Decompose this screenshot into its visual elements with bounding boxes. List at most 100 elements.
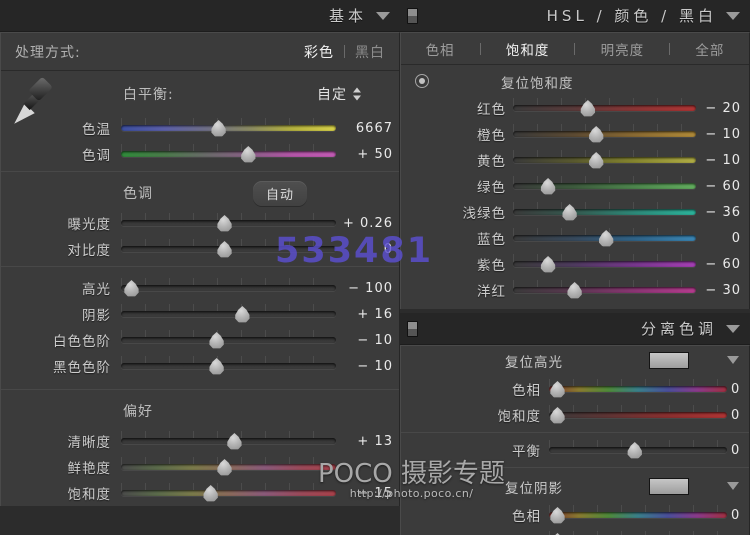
slider-track[interactable] (513, 261, 696, 267)
chevron-down-icon[interactable] (727, 482, 739, 490)
slider-track[interactable] (513, 157, 696, 163)
slider-value[interactable]: 0 (731, 408, 747, 423)
basic-panel-header[interactable]: 基本 (0, 0, 400, 32)
slider-handle[interactable] (208, 332, 225, 349)
balance-slider: 平衡 0 (401, 437, 749, 463)
slider-track[interactable] (549, 386, 727, 392)
slider-track[interactable] (513, 131, 696, 137)
treatment-option-color[interactable]: 彩色 (304, 42, 334, 62)
slider-label: 色调 (19, 144, 111, 164)
slider-value[interactable]: − 10 (697, 153, 741, 168)
slider-handle[interactable] (549, 407, 566, 424)
slider-handle[interactable] (588, 152, 605, 169)
slider-handle[interactable] (226, 433, 243, 450)
panel-switch-icon[interactable] (407, 8, 418, 24)
slider-row: 紫色− 60 (401, 251, 749, 277)
slider-value[interactable]: + 0.26 (339, 216, 393, 231)
slider-handle[interactable] (540, 178, 557, 195)
slider-handle[interactable] (216, 215, 233, 232)
slider-track[interactable] (549, 512, 727, 518)
slider-track[interactable] (121, 337, 336, 343)
white-balance-sliders: 色温 6667 色调 + 50 (1, 115, 399, 167)
slider-value[interactable]: − 15 (339, 486, 393, 501)
slider-label: 黄色 (411, 150, 506, 170)
slider-value[interactable]: 0 (731, 443, 747, 458)
slider-track[interactable] (121, 125, 336, 131)
stepper-icon[interactable] (353, 88, 361, 101)
chevron-down-icon[interactable] (726, 325, 740, 333)
slider-value[interactable]: − 20 (697, 101, 741, 116)
slider-value[interactable]: − 10 (697, 127, 741, 142)
slider-track[interactable] (549, 412, 727, 418)
slider-handle[interactable] (216, 459, 233, 476)
slider-label: 色相 (411, 379, 541, 399)
slider-handle[interactable] (208, 358, 225, 375)
slider-track[interactable] (121, 490, 336, 496)
slider-handle[interactable] (626, 442, 643, 459)
slider-row: 洋红− 30 (401, 277, 749, 303)
shadows-reset-label[interactable]: 复位阴影 (505, 477, 563, 497)
slider-value[interactable]: + 16 (339, 307, 393, 322)
slider-track[interactable] (513, 183, 696, 189)
slider-handle[interactable] (234, 306, 251, 323)
slider-label: 橙色 (411, 124, 506, 144)
panel-switch-icon[interactable] (407, 321, 418, 337)
slider-handle[interactable] (202, 485, 219, 502)
slider-track[interactable] (513, 105, 696, 111)
hsl-panel-header[interactable]: HSL / 颜色 / 黑白 (400, 0, 750, 32)
slider-handle[interactable] (566, 282, 583, 299)
slider-handle[interactable] (598, 230, 615, 247)
slider-value[interactable]: 0 (731, 382, 747, 397)
tab-hue[interactable]: 色相 (426, 39, 455, 59)
slider-value[interactable]: 0 (697, 231, 741, 246)
slider-label: 色温 (19, 118, 111, 138)
slider-value[interactable]: − 60 (697, 179, 741, 194)
white-balance-section: 白平衡: 自定 色温6667色调+ 50 (1, 71, 399, 167)
slider-value[interactable]: − 10 (339, 333, 393, 348)
slider-row: 绿色− 60 (401, 173, 749, 199)
auto-tone-button[interactable]: 自动 (253, 181, 307, 206)
split-tone-panel-header[interactable]: 分离色调 (400, 313, 750, 345)
slider-value[interactable]: − 60 (697, 257, 741, 272)
target-adjust-icon[interactable] (415, 74, 429, 88)
slider-handle[interactable] (561, 204, 578, 221)
chevron-down-icon[interactable] (376, 12, 390, 20)
tab-all[interactable]: 全部 (695, 39, 724, 59)
slider-handle[interactable] (549, 381, 566, 398)
slider-handle[interactable] (216, 241, 233, 258)
highlights-reset-label[interactable]: 复位高光 (505, 351, 563, 371)
chevron-down-icon[interactable] (726, 12, 740, 20)
shadows-color-swatch[interactable] (649, 478, 689, 495)
white-balance-value[interactable]: 自定 (317, 84, 347, 104)
slider-track[interactable] (513, 287, 696, 293)
chevron-down-icon[interactable] (727, 356, 739, 364)
slider-track[interactable] (121, 311, 336, 317)
slider-value[interactable]: − 36 (697, 205, 741, 220)
slider-handle[interactable] (588, 126, 605, 143)
treatment-option-bw[interactable]: 黑白 (355, 42, 385, 62)
slider-track[interactable] (121, 363, 336, 369)
slider-track[interactable] (121, 285, 336, 291)
slider-handle[interactable] (579, 100, 596, 117)
slider-track[interactable] (121, 151, 336, 157)
slider-track[interactable] (513, 209, 696, 215)
highlights-color-swatch[interactable] (649, 352, 689, 369)
slider-handle[interactable] (210, 120, 227, 137)
tab-saturation[interactable]: 饱和度 (506, 39, 550, 59)
slider-handle[interactable] (240, 146, 257, 163)
hsl-reset-row[interactable]: 复位饱和度 (401, 69, 749, 95)
slider-value[interactable]: + 50 (339, 147, 393, 162)
slider-value[interactable]: + 13 (339, 434, 393, 449)
slider-value[interactable]: − 10 (339, 359, 393, 374)
slider-value[interactable]: 0 (731, 508, 747, 523)
slider-handle[interactable] (549, 507, 566, 524)
slider-value[interactable]: − 30 (697, 283, 741, 298)
tab-luminance[interactable]: 明亮度 (601, 39, 645, 59)
slider-value[interactable]: 6667 (339, 121, 393, 136)
slider-value[interactable]: − 100 (339, 281, 393, 296)
slider-value[interactable]: 0 (339, 242, 393, 257)
slider-handle[interactable] (123, 280, 140, 297)
slider-handle[interactable] (540, 256, 557, 273)
slider-label: 平衡 (411, 440, 541, 460)
hsl-reset-label: 复位饱和度 (501, 72, 574, 92)
